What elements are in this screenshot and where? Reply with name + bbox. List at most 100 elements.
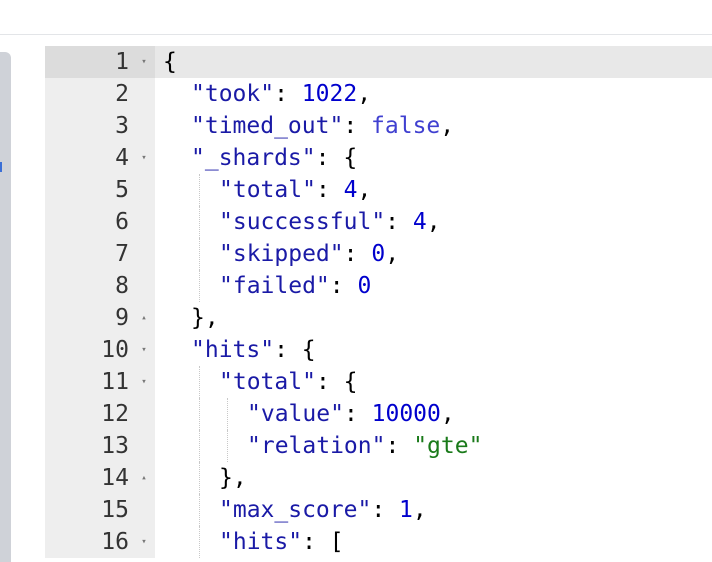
fold-collapse-icon[interactable]: ▾ [138,142,150,174]
fold-collapse-icon[interactable]: ▾ [138,46,150,78]
code-lines: 1 ▾{2 "took": 1022, 3 "timed_out": false, 4 ▾ "… [45,46,712,558]
code-text: }, [219,462,247,494]
json-number-value: 0 [357,273,372,299]
line-number: 16 [101,529,129,555]
gutter-cell: 6 [45,206,155,238]
code-content[interactable]: "relation": "gte" [155,430,712,462]
json-key: "total" [219,177,316,203]
code-line[interactable]: 6 "successful": 4, [45,206,712,238]
json-punctuation: : [274,81,302,107]
json-key: "took" [191,81,275,107]
side-panel-marker [0,162,2,172]
code-text: "total": 4, [219,174,371,206]
json-number-value: 1 [399,497,413,523]
code-text: "max_score": 1, [219,494,427,526]
code-text: "took": 1022, [191,78,371,110]
line-number: 7 [115,241,129,267]
json-key: "skipped" [219,241,344,267]
json-punctuation: : [329,273,358,299]
indent-guide [199,462,200,494]
line-number: 6 [115,209,129,235]
json-punctuation: : [371,497,400,523]
code-line[interactable]: 4 ▾ "_shards": { [45,142,712,174]
code-line[interactable]: 12 "value": 10000, [45,398,712,430]
json-key: "hits" [191,337,275,363]
code-text: "successful": 4, [219,206,441,238]
code-content[interactable]: "took": 1022, [155,78,712,110]
gutter-cell: 1 ▾ [45,46,155,78]
json-key: "max_score" [219,497,372,523]
fold-end-icon[interactable]: ▴ [138,462,150,494]
line-number: 5 [115,177,129,203]
fold-end-icon[interactable]: ▴ [138,302,150,334]
code-content[interactable]: "successful": 4, [155,206,712,238]
code-text: "timed_out": false, [191,110,454,142]
json-string-value: "gte" [413,433,483,459]
line-number: 8 [115,273,129,299]
json-punctuation: : [ [302,529,344,555]
code-text: "total": { [219,366,357,398]
line-number: 10 [101,337,129,363]
fold-collapse-icon[interactable]: ▾ [138,334,150,366]
gutter-cell: 14 ▴ [45,462,155,494]
code-line[interactable]: 7 "skipped": 0, [45,238,712,270]
json-response-editor[interactable]: 1 ▾{2 "took": 1022, 3 "timed_out": false, 4 ▾ "… [45,46,712,558]
line-number: 15 [101,497,129,523]
json-number-value: 4 [343,177,358,203]
top-bar [0,0,712,35]
json-number-value: 1022 [301,81,358,107]
gutter-cell: 3 [45,110,155,142]
code-content[interactable]: "total": 4, [155,174,712,206]
code-line[interactable]: 5 "total": 4, [45,174,712,206]
code-content[interactable]: "_shards": { [155,142,712,174]
code-line[interactable]: 2 "took": 1022, [45,78,712,110]
json-key: "relation" [247,433,386,459]
code-line[interactable]: 3 "timed_out": false, [45,110,712,142]
code-content[interactable]: }, [155,302,712,334]
code-content[interactable]: "hits": { [155,334,712,366]
code-line[interactable]: 13 "relation": "gte" [45,430,712,462]
code-content[interactable]: "total": { [155,366,712,398]
json-punctuation: : [343,241,372,267]
fold-collapse-icon[interactable]: ▾ [138,526,150,558]
code-content[interactable]: "hits": [ [155,526,712,558]
indent-guide [199,366,200,398]
code-content[interactable]: "max_score": 1, [155,494,712,526]
code-line[interactable]: 11 ▾ "total": { [45,366,712,398]
code-content[interactable]: "timed_out": false, [155,110,712,142]
code-line[interactable]: 9 ▴}, [45,302,712,334]
indent-guide [227,430,228,462]
code-content[interactable]: "skipped": 0, [155,238,712,270]
code-text: { [163,46,177,78]
indent-guide [199,398,200,430]
json-key: "value" [247,401,344,427]
json-punctuation: , [412,497,427,523]
code-line[interactable]: 8 "failed": 0 [45,270,712,302]
code-line[interactable]: 16 ▾ "hits": [ [45,526,712,558]
json-punctuation: , [426,209,441,235]
code-text: "skipped": 0, [219,238,399,270]
indent-guide [199,430,200,462]
code-content[interactable]: }, [155,462,712,494]
code-content[interactable]: { [155,46,712,78]
side-panel-edge[interactable] [0,52,11,562]
json-punctuation: : { [315,145,358,171]
line-number: 1 [115,49,129,75]
code-text: "hits": [ [219,526,344,558]
json-punctuation: : [315,177,344,203]
indent-guide [199,526,200,558]
indent-guide [199,174,200,206]
line-number: 2 [115,81,129,107]
json-punctuation: : [343,401,372,427]
code-text: "failed": 0 [219,270,371,302]
code-line[interactable]: 10 ▾ "hits": { [45,334,712,366]
code-line[interactable]: 1 ▾{ [45,46,712,78]
fold-collapse-icon[interactable]: ▾ [138,366,150,398]
code-content[interactable]: "failed": 0 [155,270,712,302]
code-content[interactable]: "value": 10000, [155,398,712,430]
line-number: 4 [115,145,129,171]
code-line[interactable]: 14 ▴}, [45,462,712,494]
json-punctuation: : [385,209,413,235]
code-line[interactable]: 15 "max_score": 1, [45,494,712,526]
code-text: "relation": "gte" [247,430,482,462]
